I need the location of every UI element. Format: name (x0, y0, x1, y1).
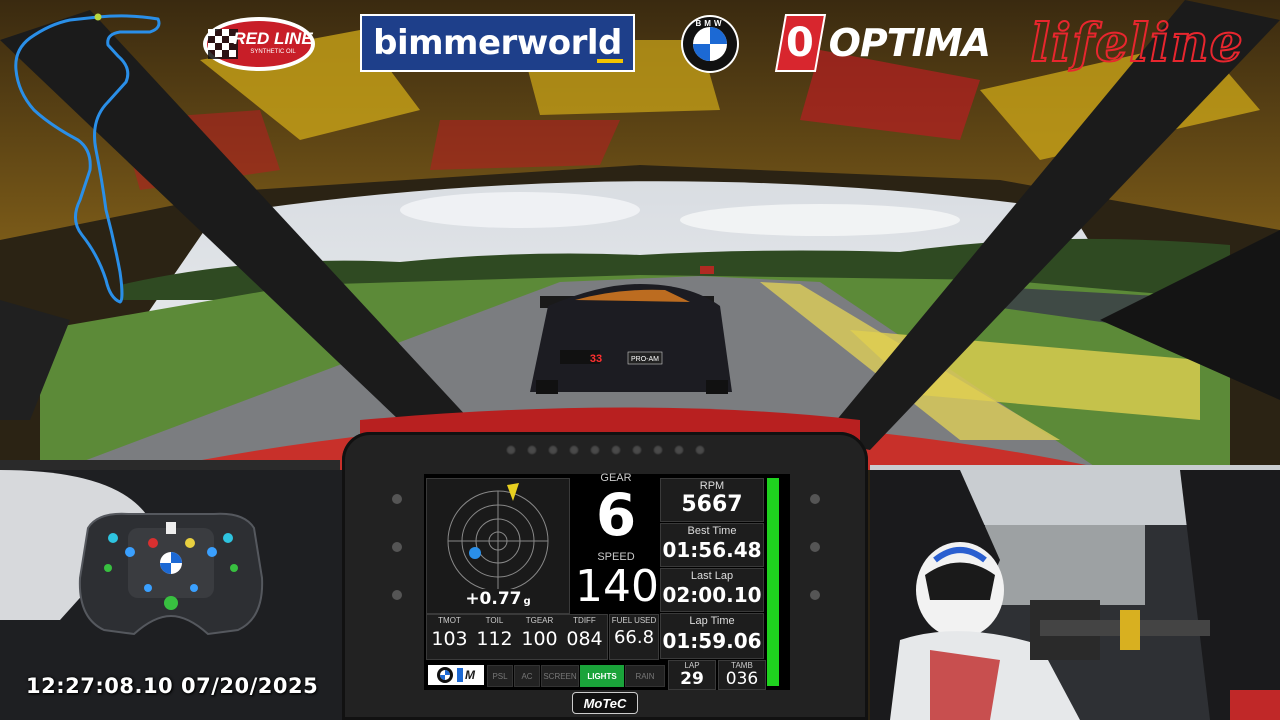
bmw-m-badge: M (428, 665, 484, 685)
temp-label-tdiff: TDIFF (573, 616, 596, 625)
temp-value-tgear: 100 (521, 628, 558, 650)
side-led (810, 542, 820, 552)
side-led (810, 590, 820, 600)
shift-led (653, 445, 663, 455)
motec-brand: MoTeC (572, 692, 638, 714)
rpm-value: 5667 (681, 492, 743, 517)
shift-led (548, 445, 558, 455)
psl-button[interactable]: PSL (487, 665, 513, 687)
lap-time-value: 01:59.06 (662, 629, 762, 653)
steering-wheel-icon (78, 512, 264, 636)
best-time-panel: Best Time 01:56.48 (660, 523, 764, 567)
last-lap-value: 02:00.10 (662, 583, 762, 607)
side-led (392, 494, 402, 504)
optima-text: OPTIMA (828, 21, 991, 65)
lap-value: 29 (680, 669, 704, 689)
bmw-logo-icon: BMW (680, 14, 740, 74)
track-map-icon (14, 13, 161, 304)
leading-car: 33 PRO-AM (530, 284, 732, 394)
temp-label-tmot: TMOT (438, 616, 461, 625)
fuel-value: 66.8 (613, 627, 655, 648)
rpm-label: RPM (699, 480, 725, 492)
bimmerworld-logo: bimmerworld (360, 14, 635, 72)
redline-text: RED LINE (233, 29, 313, 48)
screen-button[interactable]: SCREEN (541, 665, 579, 687)
shift-led (632, 445, 642, 455)
lap-time-panel: Lap Time 01:59.06 (660, 613, 764, 659)
temp-value-tdiff: 084 (566, 628, 603, 650)
lap-panel: LAP 29 (668, 660, 716, 690)
shift-led (590, 445, 600, 455)
optima-logo: 0 OPTIMA (774, 13, 991, 73)
m-badge-text: M (457, 668, 475, 682)
lap-time-label: Lap Time (689, 615, 735, 627)
shift-led (695, 445, 705, 455)
temp-value-tmot: 103 (431, 628, 468, 650)
temp-label-tgear: TGEAR (525, 616, 554, 625)
tamb-value: 036 (725, 669, 759, 689)
ac-button[interactable]: AC (514, 665, 540, 687)
temps-panel: TMOT 103 TOIL 112 TGEAR 100 TDIFF 084 (426, 614, 608, 660)
best-time-label: Best Time (687, 525, 737, 537)
lights-button[interactable]: LIGHTS (580, 665, 624, 687)
best-time-value: 01:56.48 (662, 538, 762, 562)
redline-logo: RED LINE SYNTHETIC OIL (202, 15, 317, 73)
gforce-unit: g (523, 596, 531, 607)
shift-led (527, 445, 537, 455)
shift-bar-fill (767, 478, 779, 686)
rain-button[interactable]: RAIN (625, 665, 665, 687)
tamb-panel: TAMB 036 (718, 660, 766, 690)
shift-led (611, 445, 621, 455)
car-class: PRO-AM (631, 356, 659, 363)
shift-led (506, 445, 516, 455)
bmw-text: BMW (695, 19, 725, 28)
lifeline-logo: lifeline (1026, 10, 1248, 76)
gforce-panel: +0.77 g (426, 478, 570, 614)
shift-led (674, 445, 684, 455)
side-led (392, 590, 402, 600)
fuel-panel: FUEL USED 66.8 (609, 614, 659, 660)
gforce-value: +0.77 (465, 589, 522, 609)
shift-bar-track (767, 478, 779, 686)
side-led (392, 542, 402, 552)
bmw-roundel-icon (437, 667, 453, 683)
fuel-label: FUEL USED (611, 616, 657, 625)
last-lap-panel: Last Lap 02:00.10 (660, 568, 764, 612)
lifeline-text: lifeline (1029, 12, 1244, 75)
redline-subtext: SYNTHETIC OIL (250, 49, 296, 55)
last-lap-label: Last Lap (690, 570, 734, 582)
bimmerworld-text: bimmerworld (373, 23, 622, 63)
rpm-panel: RPM 5667 (660, 478, 764, 522)
car-number: 33 (590, 353, 602, 365)
shift-led (569, 445, 579, 455)
optima-mark: 0 (786, 20, 815, 66)
side-led (810, 494, 820, 504)
gear-value: 6 (595, 481, 637, 549)
speed-value: 140 (575, 561, 659, 612)
gforce-target-icon (447, 483, 549, 589)
temp-label-toil: TOIL (485, 616, 504, 625)
temp-value-toil: 112 (476, 628, 513, 650)
timestamp: 12:27:08.10 07/20/2025 (26, 674, 319, 698)
